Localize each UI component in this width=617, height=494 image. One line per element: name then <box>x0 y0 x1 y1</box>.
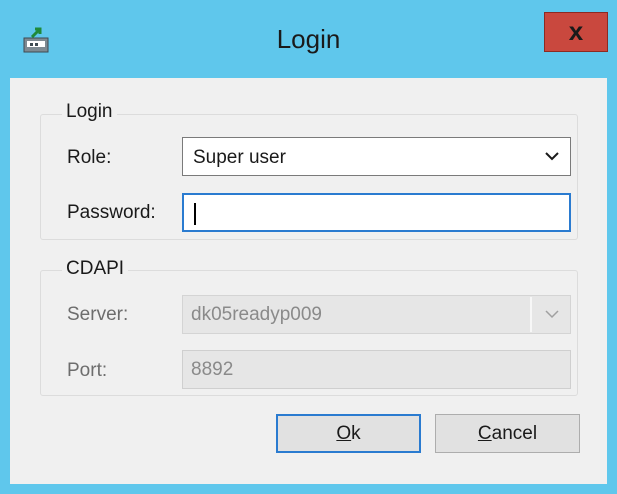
cancel-button[interactable]: Cancel <box>435 414 580 453</box>
select-divider <box>530 297 532 332</box>
text-caret <box>194 203 196 225</box>
role-label: Role: <box>67 147 112 168</box>
window-title: Login <box>276 24 341 54</box>
password-field[interactable] <box>182 193 571 232</box>
role-select-value: Super user <box>193 147 286 168</box>
port-field: 8892 <box>182 350 571 389</box>
title-bar[interactable]: Login x <box>0 0 617 78</box>
port-label: Port: <box>67 360 108 381</box>
ok-button[interactable]: Ok <box>276 414 421 453</box>
ok-label-rest: k <box>351 423 361 444</box>
port-value: 8892 <box>191 359 234 380</box>
close-icon: x <box>568 16 584 46</box>
close-button[interactable]: x <box>544 12 608 52</box>
cancel-mnemonic: C <box>477 423 492 444</box>
server-label: Server: <box>67 304 129 325</box>
password-label: Password: <box>67 202 156 223</box>
login-group-legend: Login <box>62 101 117 123</box>
ok-mnemonic: O <box>336 423 352 444</box>
server-select: dk05readyp009 <box>182 295 571 334</box>
chevron-down-icon <box>545 310 559 319</box>
server-select-value: dk05readyp009 <box>191 304 322 325</box>
cdapi-group-legend: CDAPI <box>62 258 129 280</box>
login-dialog: Login x Login Role: Super user Password:… <box>0 0 617 494</box>
cancel-label-rest: ancel <box>491 423 538 444</box>
chevron-down-icon[interactable] <box>544 147 560 165</box>
role-select[interactable]: Super user <box>182 137 571 176</box>
